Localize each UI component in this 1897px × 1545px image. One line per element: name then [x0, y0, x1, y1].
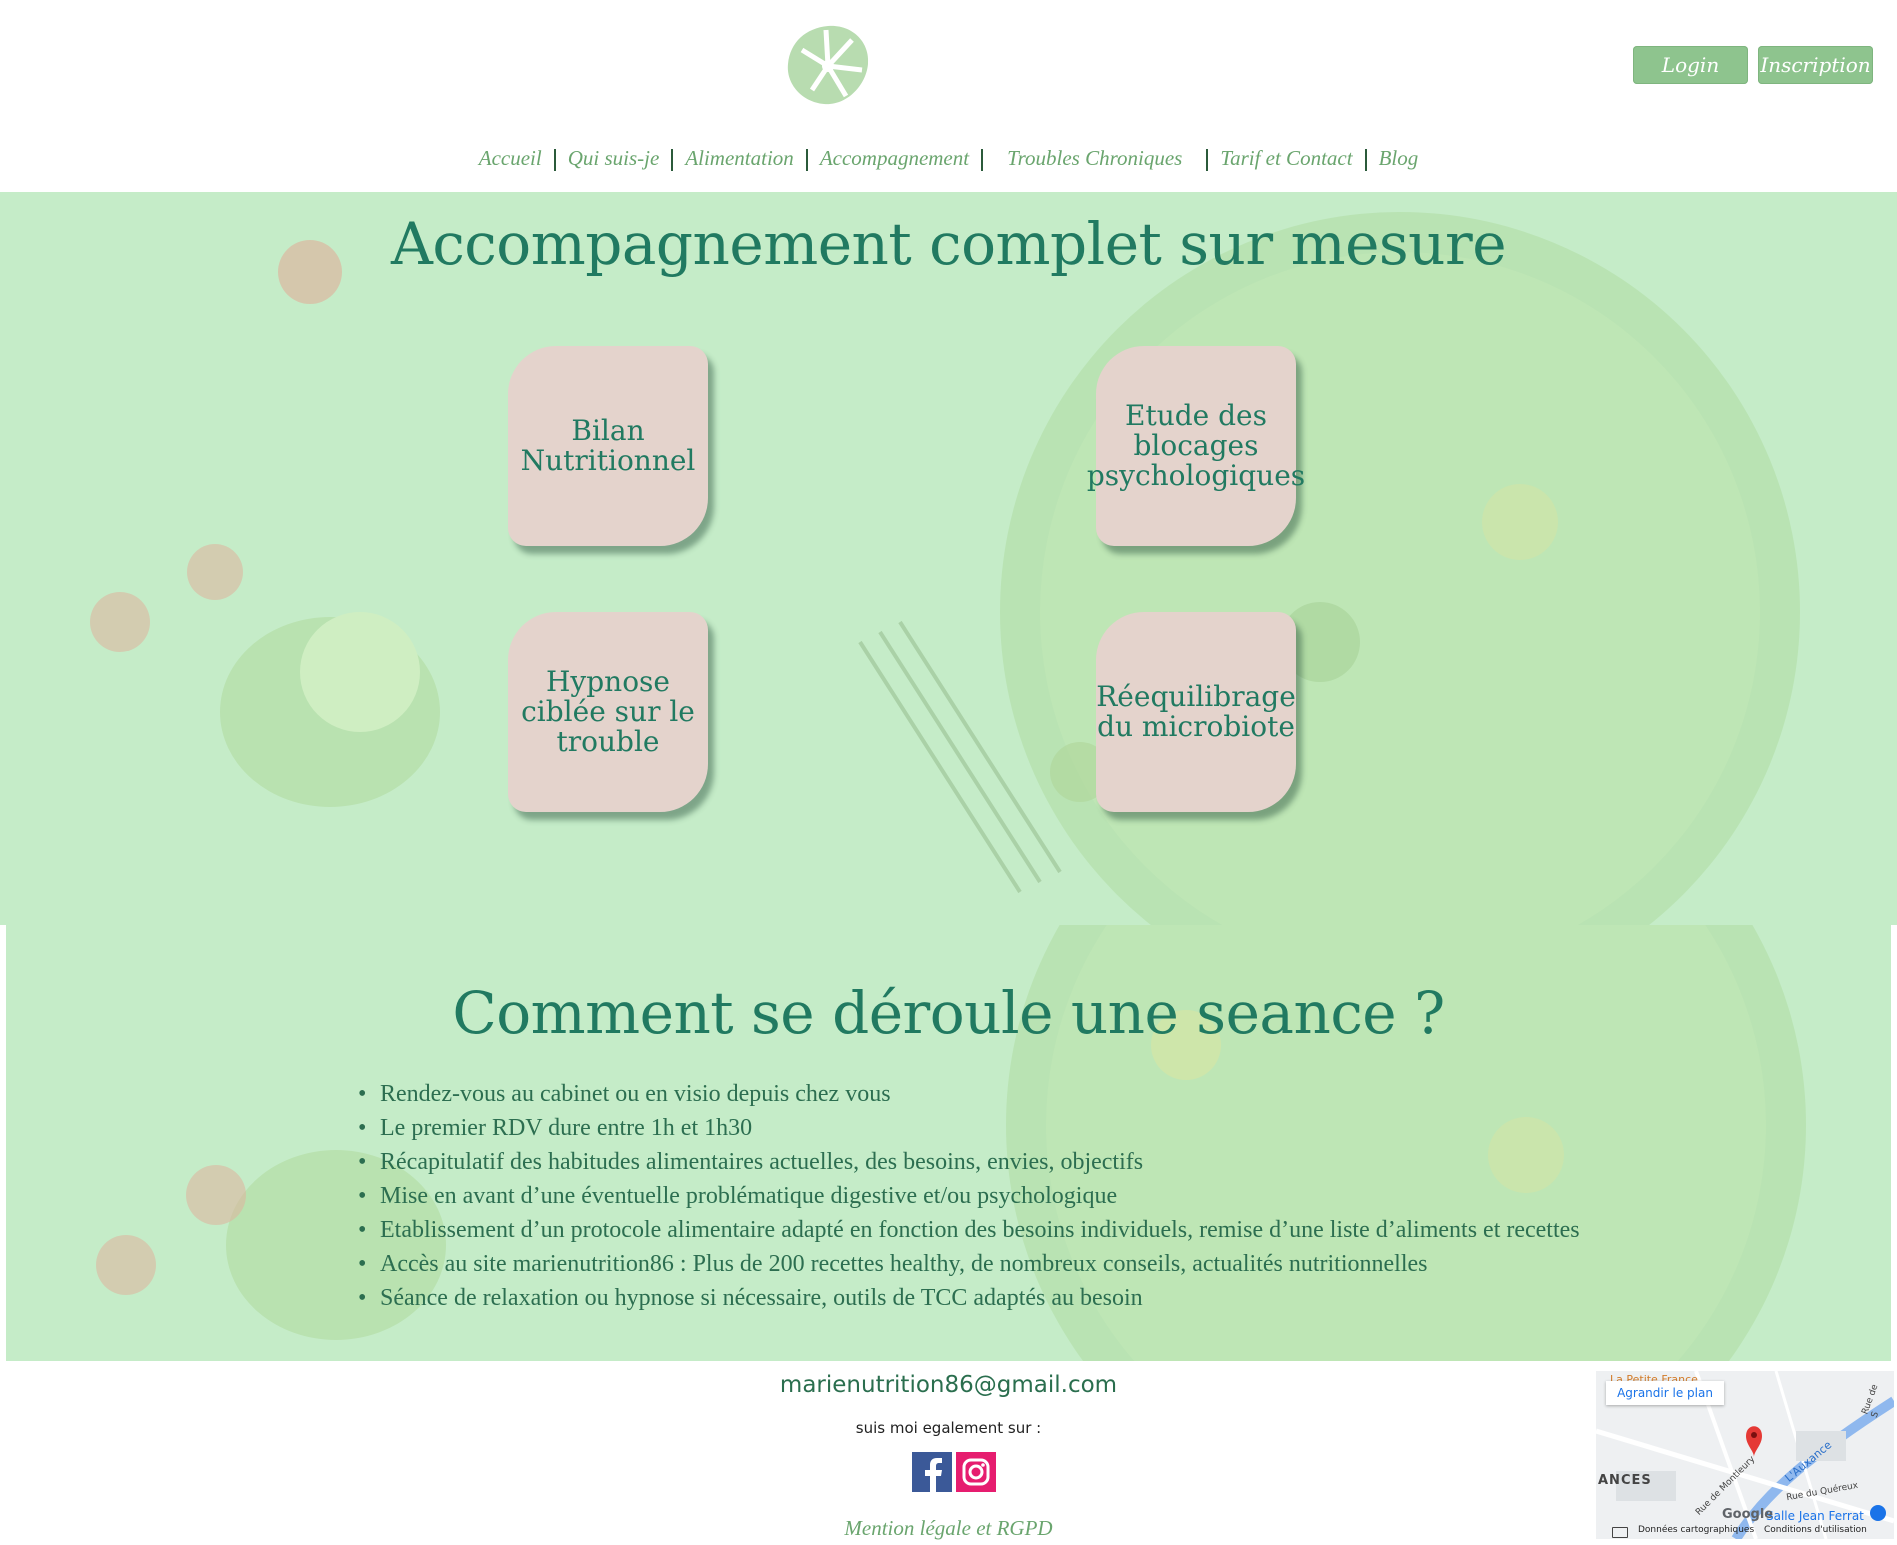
map-attribution[interactable]: Données cartographiques — [1638, 1525, 1754, 1535]
card-hypnose[interactable]: Hypnose ciblée sur le trouble — [508, 612, 708, 812]
login-button[interactable]: Login — [1633, 46, 1748, 84]
card-line: du microbiote — [1097, 710, 1295, 743]
card-blocages-psychologiques[interactable]: Etude des blocages psychologiques — [1087, 346, 1305, 546]
nav-item-troubles-chroniques[interactable]: Troubles Chroniques — [983, 146, 1206, 171]
list-item: Mise en avant d’une éventuelle problémat… — [358, 1179, 1580, 1213]
monstera-leaf-icon[interactable] — [782, 20, 874, 112]
nav-item-qui-suis-je[interactable]: Qui suis-je — [556, 146, 672, 171]
card-line: Bilan — [571, 414, 645, 447]
session-section: Comment se déroule une seance ? Rendez-v… — [6, 925, 1891, 1361]
instagram-icon[interactable] — [956, 1452, 996, 1492]
card-line: blocages — [1133, 429, 1259, 462]
food-background-image — [0, 192, 1897, 925]
nav-item-accompagnement[interactable]: Accompagnement — [808, 146, 981, 171]
map-brand-label: Google — [1722, 1507, 1774, 1522]
list-item: Récapitulatif des habitudes alimentaires… — [358, 1145, 1580, 1179]
nav-item-accueil[interactable]: Accueil — [467, 146, 554, 171]
card-line: Hypnose — [546, 665, 670, 698]
site-footer: marienutrition86@gmail.com suis moi egal… — [0, 1361, 1897, 1545]
map-terms-link[interactable]: Conditions d'utilisation — [1764, 1525, 1867, 1535]
list-item: Séance de relaxation ou hypnose si néces… — [358, 1281, 1580, 1315]
session-title: Comment se déroule une seance ? — [452, 979, 1445, 1047]
nav-item-tarif-contact[interactable]: Tarif et Contact — [1208, 146, 1364, 171]
pegman-icon[interactable] — [1870, 1505, 1886, 1521]
site-header: Login Inscription Accueil Qui suis-je Alim… — [0, 0, 1897, 192]
list-item: Etablissement d’un protocole alimentaire… — [358, 1213, 1580, 1247]
card-line: Réequilibrage — [1096, 680, 1296, 713]
embedded-map[interactable]: La Petite France Agrandir le plan ANCES … — [1596, 1371, 1894, 1539]
nav-item-blog[interactable]: Blog — [1367, 146, 1431, 171]
card-line: ciblée sur le — [521, 695, 695, 728]
card-line: Etude des — [1125, 399, 1267, 432]
enlarge-map-button[interactable]: Agrandir le plan — [1606, 1381, 1724, 1405]
card-microbiote[interactable]: Réequilibrage du microbiote — [1096, 612, 1296, 812]
signup-button[interactable]: Inscription — [1758, 46, 1873, 84]
card-line: Nutritionnel — [520, 444, 696, 477]
session-steps-list: Rendez-vous au cabinet ou en visio depui… — [356, 1077, 1580, 1315]
card-line: psychologiques — [1086, 459, 1306, 492]
main-nav: Accueil Qui suis-je Alimentation Accompagne… — [0, 146, 1897, 172]
list-item: Accès au site marienutrition86 : Plus de… — [358, 1247, 1580, 1281]
card-bilan-nutritionnel[interactable]: Bilan Nutritionnel — [508, 346, 708, 546]
list-item: Rendez-vous au cabinet ou en visio depui… — [358, 1077, 1580, 1111]
map-area-label: ANCES — [1598, 1473, 1652, 1488]
nav-item-alimentation[interactable]: Alimentation — [673, 146, 806, 171]
keyboard-icon[interactable] — [1612, 1527, 1628, 1538]
facebook-icon[interactable] — [912, 1452, 952, 1492]
services-section: Accompagnement complet sur mesure Bilan N… — [0, 192, 1897, 925]
list-item: Le premier RDV dure entre 1h et 1h30 — [358, 1111, 1580, 1145]
services-title: Accompagnement complet sur mesure — [390, 210, 1507, 278]
map-poi-label: Salle Jean Ferrat — [1766, 1509, 1864, 1523]
card-line: trouble — [556, 725, 660, 758]
